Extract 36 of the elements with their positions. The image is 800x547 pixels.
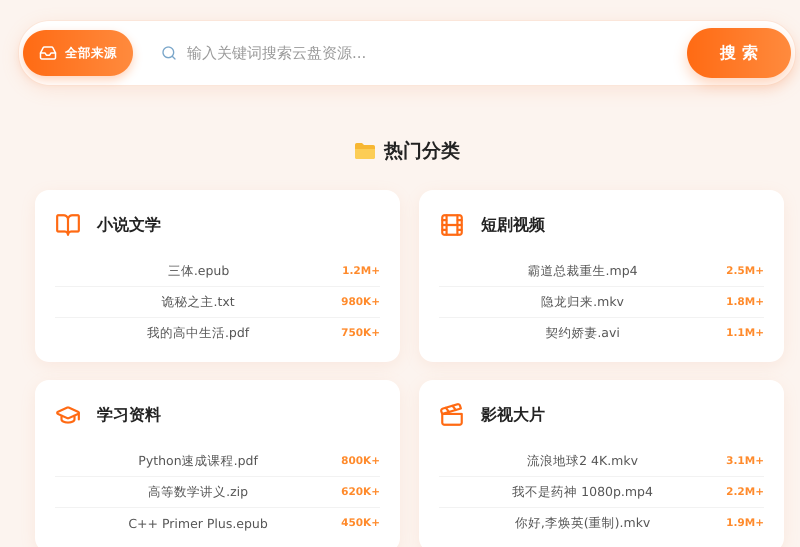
- file-name-link[interactable]: 隐龙归来.mkv: [439, 294, 726, 310]
- open-book-icon: [55, 212, 81, 238]
- download-count: 1.2M+: [342, 265, 380, 277]
- search-field[interactable]: 输入关键词搜索云盘资源...: [185, 43, 687, 63]
- download-count: 800K+: [341, 455, 380, 467]
- file-name-link[interactable]: 我的高中生活.pdf: [55, 324, 342, 342]
- download-count: 2.5M+: [726, 265, 764, 277]
- file-name-link[interactable]: 我不是药神 1080p.mp4: [439, 484, 726, 500]
- download-count: 1.8M+: [726, 296, 764, 308]
- tray-icon: [39, 44, 57, 62]
- clapperboard-icon: [439, 402, 465, 428]
- file-name-link[interactable]: C++ Primer Plus.epub: [55, 516, 342, 530]
- download-count: 1.1M+: [726, 327, 764, 339]
- file-name-link[interactable]: 流浪地球2 4K.mkv: [439, 452, 726, 470]
- section-title: 热门分类: [384, 139, 460, 164]
- download-count: 980K+: [341, 296, 380, 308]
- file-name-link[interactable]: 契约娇妻.avi: [439, 324, 726, 342]
- download-count: 3.1M+: [726, 455, 764, 467]
- file-name-link[interactable]: 你好,李焕英(重制).mkv: [439, 514, 726, 532]
- download-count: 450K+: [341, 517, 380, 529]
- file-name-link[interactable]: 三体.epub: [55, 262, 342, 280]
- file-name-link[interactable]: 霸道总裁重生.mp4: [439, 262, 726, 280]
- category-title: 影视大片: [481, 404, 545, 426]
- download-count: 2.2M+: [726, 486, 764, 498]
- download-count: 750K+: [341, 327, 380, 339]
- folder-icon: [354, 142, 376, 160]
- file-name-link[interactable]: 诡秘之主.txt: [55, 294, 342, 310]
- category-title: 小说文学: [97, 214, 161, 236]
- file-name-link[interactable]: 高等数学讲义.zip: [55, 484, 342, 500]
- download-count: 620K+: [341, 486, 380, 498]
- search-icon: [161, 45, 177, 61]
- file-name-link[interactable]: Python速成课程.pdf: [55, 452, 342, 470]
- film-strip-icon: [439, 212, 465, 238]
- category-title: 短剧视频: [481, 214, 545, 236]
- category-title: 学习资料: [97, 404, 161, 426]
- download-count: 1.9M+: [726, 517, 764, 529]
